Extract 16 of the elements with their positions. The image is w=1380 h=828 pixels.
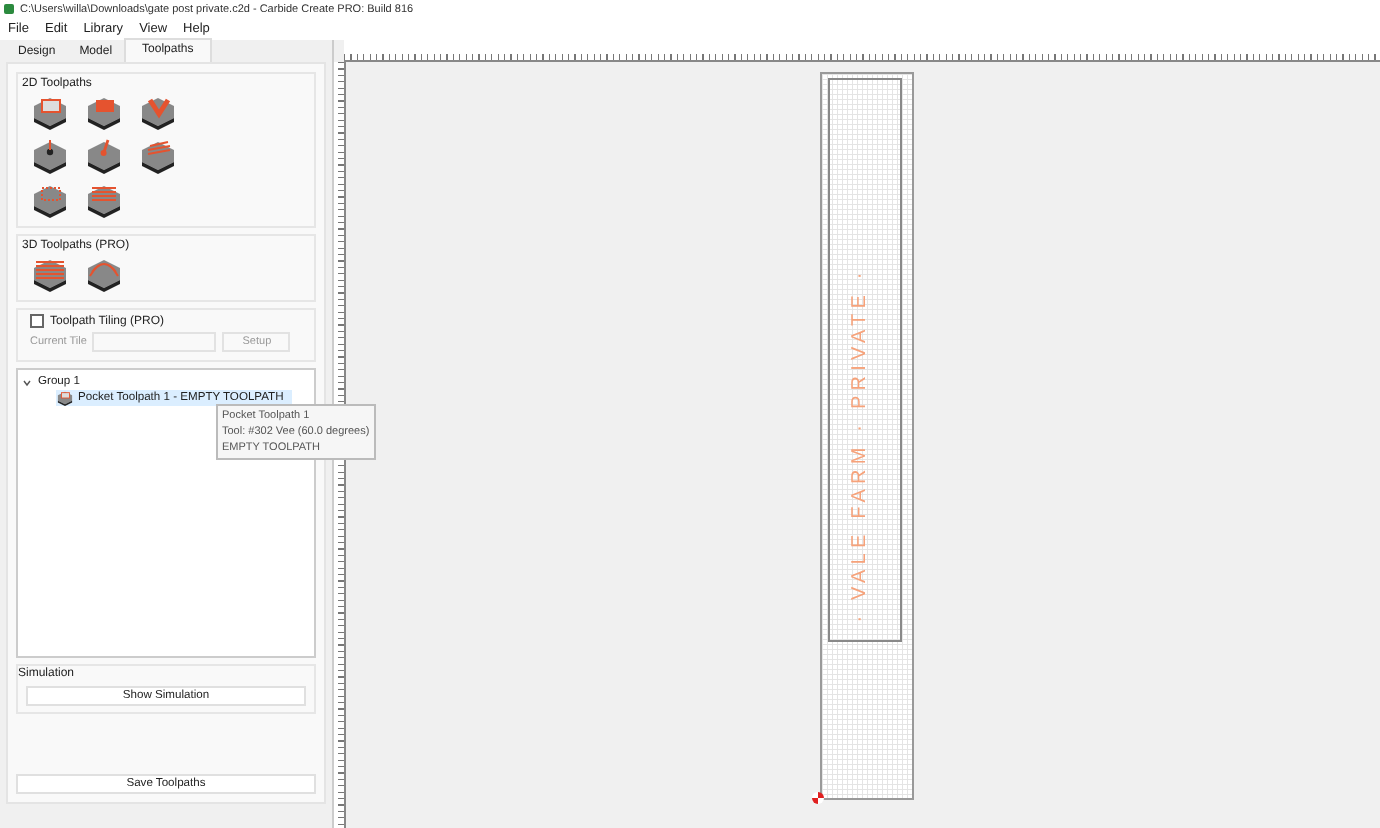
toolpath-block-icon[interactable] xyxy=(84,182,124,218)
toolpath-block-icon[interactable] xyxy=(138,138,178,174)
toolpath-block-icon[interactable] xyxy=(30,138,70,174)
expand-caret-icon[interactable] xyxy=(22,377,32,387)
carved-text: · VALE FARM · PRIVATE · xyxy=(849,265,871,627)
toolpath-block-icon[interactable] xyxy=(84,256,124,292)
checkbox[interactable] xyxy=(30,314,44,328)
toolpath-block-icon[interactable] xyxy=(84,138,124,174)
toolpath-block-icon[interactable] xyxy=(84,94,124,130)
toolpath-block-icon[interactable] xyxy=(30,94,70,130)
toolpath-block-icon[interactable] xyxy=(30,256,70,292)
toolpath-block-icon[interactable] xyxy=(138,94,178,130)
origin-marker-icon xyxy=(812,792,824,804)
app-logo-icon xyxy=(4,4,14,14)
pocket-toolpath-icon[interactable] xyxy=(56,390,74,406)
toolpath-block-icon[interactable] xyxy=(30,182,70,218)
